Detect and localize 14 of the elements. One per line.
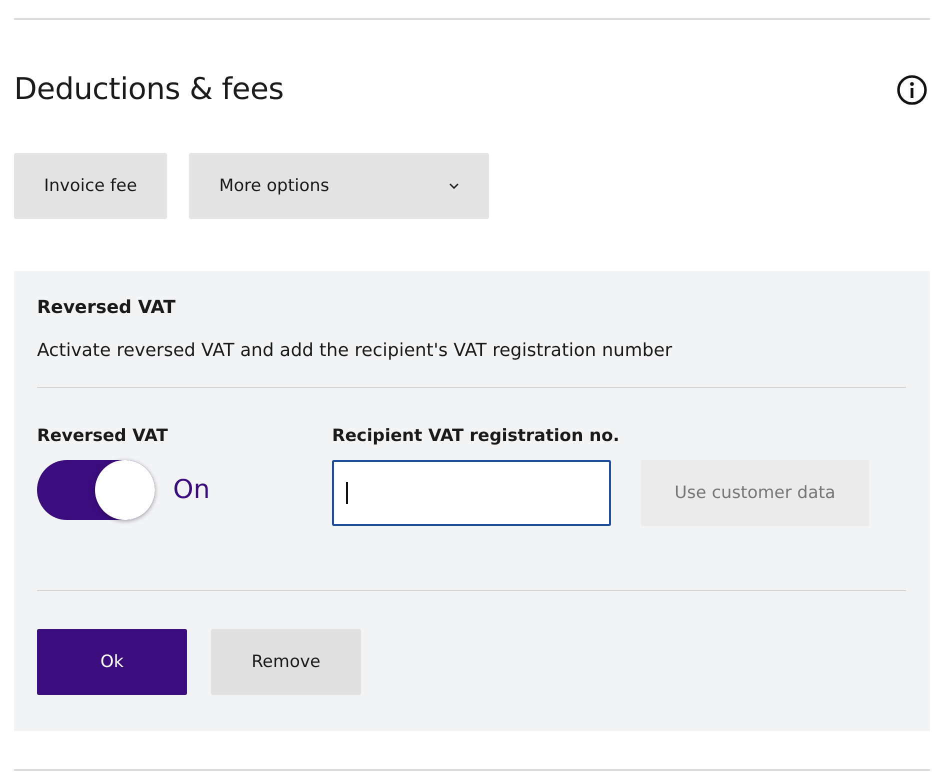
option-button[interactable]: Invoice fee <box>14 153 168 219</box>
toggle-switch[interactable] <box>37 460 155 520</box>
info-icon[interactable] <box>896 74 928 106</box>
field-label: Recipient VAT registration no. <box>332 426 620 446</box>
option-button[interactable]: More options <box>189 153 490 219</box>
section-title: Deductions & fees <box>14 72 284 107</box>
chevron-icon <box>449 183 460 189</box>
toggle-label: Reversed VAT <box>37 426 169 446</box>
toggle-state: On <box>173 475 210 505</box>
remove-button[interactable]: Remove <box>211 629 361 695</box>
vat-number-field[interactable] <box>332 460 611 526</box>
ok-button[interactable]: Ok <box>37 629 187 695</box>
panel-description: Activate reversed VAT and add the recipient's VAT registration number <box>37 340 674 361</box>
panel-title: Reversed VAT <box>37 297 176 318</box>
